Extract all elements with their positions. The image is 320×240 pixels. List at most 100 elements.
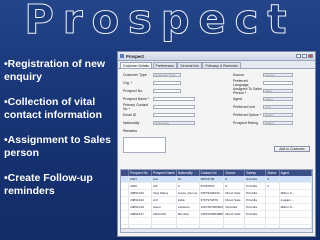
table-cell: 1497297960653	[199, 203, 225, 211]
window-titlebar[interactable]: Prospect	[118, 52, 315, 61]
minimize-icon[interactable]	[296, 54, 301, 58]
table-cell: Mumbai	[176, 210, 200, 218]
tab-customer-details[interactable]: Customer Details	[120, 62, 153, 68]
table-cell: India	[176, 196, 200, 204]
prospect-name-field[interactable]	[153, 96, 195, 102]
bullet-registration: •Registration of new enquiry	[4, 58, 106, 83]
table-cell: Ving Wang	[151, 189, 177, 197]
table-cell: 9357529623h...	[199, 189, 225, 197]
field-label: Assigned To Sales Person *	[233, 87, 262, 95]
table-cell: Priscilla	[244, 189, 267, 197]
table-cell	[279, 217, 312, 225]
agent-select[interactable]: Agent	[263, 96, 293, 102]
add-to-customer-button[interactable]: Add to Customer	[274, 146, 310, 152]
table-cell: 2046	[128, 182, 152, 190]
preferred-unit-select[interactable]: Unit	[263, 104, 293, 110]
primary-contact-row: Primary Contact No *	[123, 103, 195, 111]
table-cell	[121, 182, 130, 190]
preferred-language-row: Preferred Language	[233, 79, 293, 87]
email-field[interactable]	[153, 112, 195, 118]
org-field[interactable]	[153, 80, 181, 86]
table-cell: 20891417	[128, 210, 152, 218]
prospect-window: Prospect Customer Details Preferences Ge…	[117, 51, 316, 237]
prospect-rating-row: Prospect Rating Rating	[233, 120, 293, 126]
table-cell: Direct Sale	[223, 196, 246, 204]
table-row[interactable]: 20891417 ANAGHA Mumbai 1497028964888 Direct …	[121, 210, 312, 218]
table-cell: 0	[176, 182, 200, 190]
preferred-language-field[interactable]	[263, 80, 293, 86]
table-row[interactable]: 20891420 Ving Wang Costa_Semus... 935752962…	[121, 189, 312, 197]
table-cell	[244, 217, 267, 225]
customer-details-form: Customer Type Customer Type Org. * Prosp…	[118, 69, 315, 157]
table-row[interactable]	[121, 217, 312, 225]
nationality-select[interactable]: Nationality	[153, 120, 195, 126]
table-cell: arif	[151, 182, 177, 190]
preferred-option-row: Preferred Option * Option	[233, 112, 293, 118]
table-cell: Costa_Semus...	[176, 189, 200, 197]
table-cell: 0	[223, 182, 246, 190]
field-label: Email ID	[123, 113, 137, 117]
field-label: Preferred Unit	[233, 105, 255, 109]
prospect-grid: Prospect No Prospect Name Nationality Co…	[120, 169, 313, 233]
table-cell: 1497028964888	[199, 210, 225, 218]
sales-person-select[interactable]: Sales	[263, 88, 293, 94]
prospect-no-field[interactable]	[153, 88, 181, 94]
tab-general-info[interactable]: General Info	[177, 62, 202, 68]
field-label: Org. *	[123, 81, 133, 85]
sales-person-row: Assigned To Sales Person * Sales	[233, 87, 293, 95]
table-cell: Direct Sale	[223, 210, 246, 218]
field-label: Remarks	[123, 129, 138, 133]
customer-type-select[interactable]: Customer Type	[153, 72, 181, 78]
preferred-unit-row: Preferred Unit Unit	[233, 104, 293, 110]
prospect-rating-select[interactable]: Rating	[263, 120, 293, 126]
table-cell	[176, 217, 200, 225]
table-cell	[223, 217, 246, 225]
table-cell	[121, 210, 130, 218]
close-icon[interactable]	[308, 54, 313, 58]
table-row[interactable]: 20891418 Ganu Lebanon 1497297960653 Chandra P…	[121, 203, 312, 211]
window-title: Prospect	[126, 53, 144, 59]
field-label: Source	[233, 73, 245, 77]
bullet-assignment: •Assignment to Sales person	[4, 134, 111, 159]
table-cell: Lebanon	[176, 203, 200, 211]
table-cell: Priscilla	[244, 196, 267, 204]
table-cell: Chandra	[223, 203, 246, 211]
primary-contact-field[interactable]	[153, 104, 195, 110]
remarks-textarea[interactable]	[123, 137, 166, 153]
prospect-table: Prospect No Prospect Name Nationality Co…	[121, 170, 312, 232]
bullet-follow-up: •Create Follow-up reminders	[4, 172, 93, 197]
table-cell	[265, 196, 280, 204]
org-row: Org. *	[123, 80, 181, 86]
table-row[interactable]: 2046 arif 0 87967876 0 Priscilla 3	[121, 182, 312, 190]
table-cell: 87967876	[199, 182, 225, 190]
prospect-name-row: Prospect Name *	[123, 96, 195, 102]
slide-title: Prospect	[24, 0, 296, 43]
field-label: Prospect Name *	[123, 97, 150, 101]
table-cell: Milton S...	[279, 203, 312, 211]
table-cell: Priscilla	[244, 203, 267, 211]
preferred-option-select[interactable]: Option	[263, 112, 293, 118]
table-cell	[265, 189, 280, 197]
table-cell	[151, 217, 177, 225]
email-row: Email ID	[123, 112, 195, 118]
table-cell: magam...	[279, 196, 312, 204]
remarks-row: Remarks	[123, 128, 153, 134]
bullet-list: •Registration of new enquiry •Collection…	[4, 58, 116, 210]
table-cell: Ganu	[151, 203, 177, 211]
field-label: Preferred Option *	[233, 113, 262, 117]
tab-followup-reminder[interactable]: Followup & Reminder	[202, 62, 241, 68]
table-row[interactable]: 20891419 Arif India 9797974879 Direct Sale Pr…	[121, 196, 312, 204]
app-icon	[120, 54, 124, 58]
field-label: Prospect No.	[123, 89, 144, 93]
maximize-icon[interactable]	[302, 54, 307, 58]
tab-preferences[interactable]: Preferences	[152, 62, 177, 68]
table-cell: Priscilla	[244, 182, 267, 190]
table-cell	[128, 217, 152, 225]
customer-type-row: Customer Type Customer Type	[123, 72, 181, 78]
table-cell	[265, 203, 280, 211]
horizontal-scrollbar[interactable]	[121, 228, 312, 232]
table-cell	[265, 217, 280, 225]
source-select[interactable]: Source	[263, 72, 293, 78]
table-cell: ANAGHA	[151, 210, 177, 218]
table-cell: Priscilla	[244, 210, 267, 218]
